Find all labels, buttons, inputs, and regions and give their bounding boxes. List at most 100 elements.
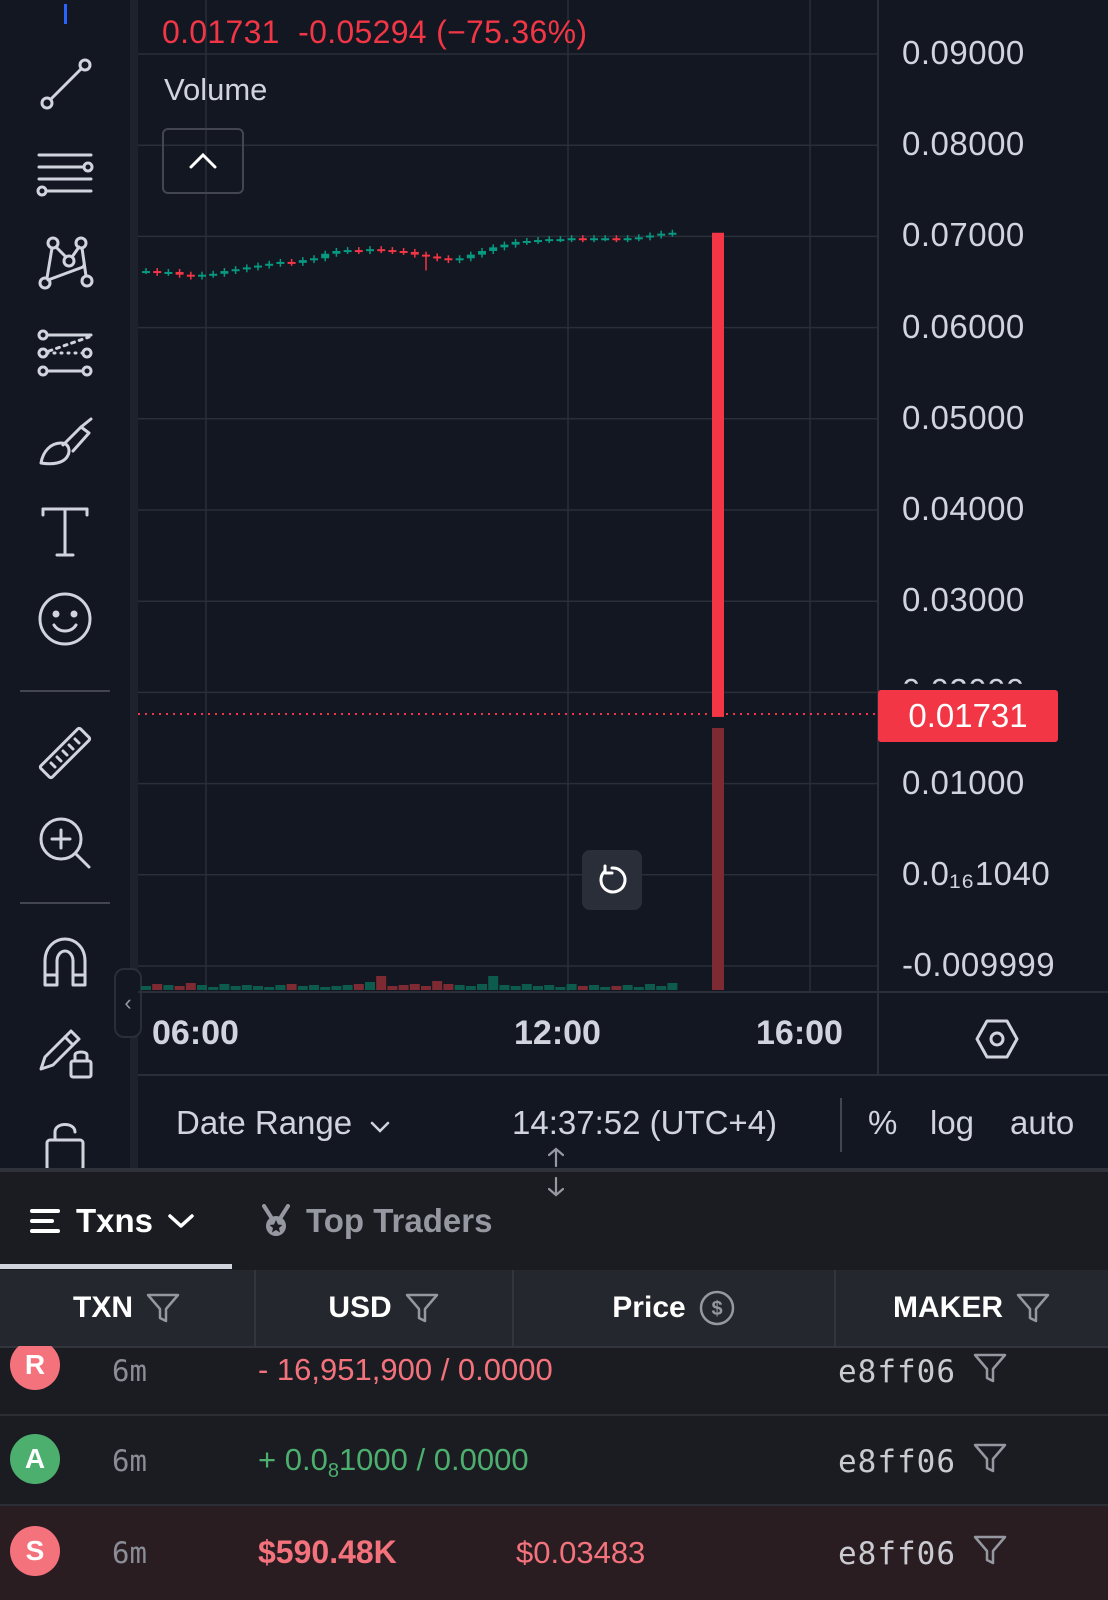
lock-tool[interactable] [30,1104,100,1168]
lock-drawings-tool[interactable] [30,1018,100,1088]
table-row[interactable]: A 6m + 0.081000 / 0.0000 e8ff06 [0,1416,1108,1504]
volume-bar [376,976,387,990]
txn-amount: + 0.081000 / 0.0000 [258,1442,529,1483]
column-header-txn[interactable]: TXN [0,1270,256,1346]
maker-address[interactable]: e8ff06 [838,1536,956,1572]
candle-body [354,250,363,253]
candle-body [265,263,274,266]
column-header-label: TXN [73,1291,133,1324]
candle-body [634,237,643,240]
filter-icon[interactable] [972,1350,1008,1386]
txn-usd: $590.48K [258,1534,397,1570]
candle-body [433,256,442,259]
column-header-usd[interactable]: USD [256,1270,514,1346]
candle-body [276,261,285,264]
price-tick-label: 0.06000 [902,307,1025,345]
filter-icon[interactable] [972,1440,1008,1476]
trendline-tool[interactable] [30,50,100,120]
text-tool[interactable] [30,496,100,566]
volume-bar [185,983,196,990]
percent-scale-toggle[interactable]: % [868,1104,897,1142]
brush-tool[interactable] [30,408,100,478]
projection-tool[interactable] [30,318,100,388]
candle-body [623,238,632,241]
fib-icon [36,153,94,197]
tab-top-traders[interactable]: Top Traders [260,1196,492,1246]
tab-txns[interactable]: Txns [28,1196,195,1246]
volume-bar [421,986,431,990]
log-scale-toggle[interactable]: log [930,1104,974,1142]
maker-address[interactable]: e8ff06 [838,1444,956,1480]
emoji-tool[interactable] [30,584,100,654]
filter-icon[interactable] [1015,1291,1051,1325]
column-header-label: Price [612,1291,686,1324]
candle-body [612,238,621,241]
volume-bar [219,984,230,990]
txn-price: $0.03483 [516,1535,646,1570]
filter-icon[interactable] [972,1532,1008,1568]
legend-change: -0.05294 [298,14,427,50]
price-tick-label: 0.03000 [902,581,1025,619]
filter-icon[interactable] [145,1291,181,1325]
candle-body [578,238,587,241]
tab-top-traders-label: Top Traders [306,1202,493,1239]
candle-body [231,269,240,272]
candle-body [220,271,229,274]
candle-body [242,267,251,270]
column-header-maker[interactable]: MAKER [836,1270,1108,1346]
zoom-in-tool[interactable] [30,808,100,878]
candle-body [142,271,150,274]
lock-icon [45,1123,85,1168]
time-tick-label: 16:00 [756,1014,843,1052]
svg-text:$: $ [711,1298,722,1320]
volume-bar [197,985,207,990]
candle-body [668,232,677,235]
candle-body [590,238,598,241]
candle-body [186,274,195,277]
fib-tool[interactable] [30,138,100,208]
candle-body [198,274,206,277]
projection-icon [37,329,93,377]
table-row[interactable]: S 6m $590.48K $0.03483 e8ff06 [0,1506,1108,1600]
resize-handle[interactable] [544,1146,568,1198]
candle-body [377,249,386,252]
trendline-icon [40,58,92,110]
amount-prefix: + 0.0 [258,1442,328,1477]
volume-bar [645,984,655,990]
candle-body [500,244,509,248]
column-header-label: MAKER [893,1291,1003,1324]
table-row[interactable]: R 6m - 16,951,900 / 0.0000 e8ff06 [0,1346,1108,1414]
volume-bar [656,986,667,990]
chevron-down-icon [371,1121,390,1133]
candle-body [422,254,430,257]
drawing-toolbar [0,0,132,1168]
candle-body [153,271,162,274]
timezone-clock[interactable]: 14:37:52 (UTC+4) [512,1104,777,1142]
filter-icon[interactable] [404,1291,440,1325]
candle-body [466,254,475,259]
divider [840,1098,842,1152]
volume-bar [297,986,308,990]
volume-bar [622,985,633,990]
candle-body [455,258,464,261]
magnet-tool[interactable] [30,928,100,998]
candle-body [321,253,330,259]
candle-body [522,240,531,243]
candle-body [164,271,173,274]
maker-address[interactable]: e8ff06 [838,1354,956,1390]
refresh-icon [599,864,627,894]
candle-body [209,273,218,276]
column-header-price[interactable]: Price $ [514,1270,836,1346]
auto-scale-toggle[interactable]: auto [1010,1104,1074,1142]
txn-age: 6m [112,1444,147,1478]
candle-body [298,260,307,263]
chart-settings-button[interactable] [974,1016,1020,1062]
pattern-tool[interactable] [30,228,100,298]
collapse-legend-button[interactable] [162,128,244,194]
volume-bar [667,983,678,990]
ruler-tool[interactable] [30,718,100,788]
date-range-button[interactable]: Date Range [176,1104,391,1142]
candle-body [310,258,318,261]
dollar-circle-icon[interactable]: $ [698,1289,736,1327]
reset-chart-button[interactable] [582,850,642,910]
